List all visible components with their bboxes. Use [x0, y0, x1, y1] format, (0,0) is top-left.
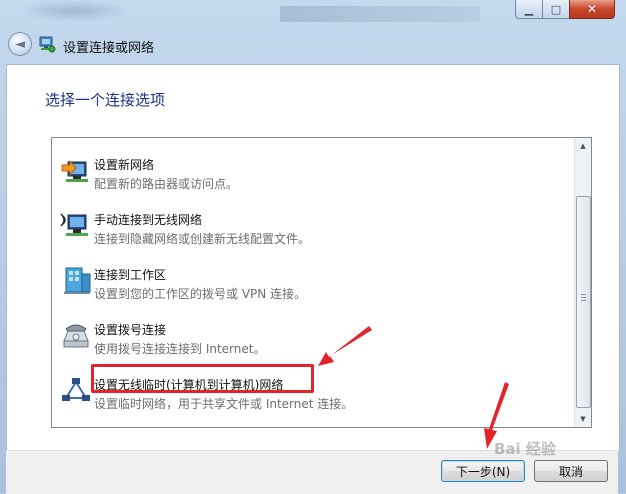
- workplace-icon: [64, 267, 91, 294]
- list-item-workplace[interactable]: 连接到工作区 设置到您的工作区的拨号或 VPN 连接。: [52, 256, 574, 311]
- list-item-manual-wireless[interactable]: 手动连接到无线网络 连接到隐藏网络或创建新无线配置文件。: [52, 201, 574, 256]
- dialog-window: ▁ □ ✕ ◄ 设置连接或网络 选择一个连接选项 设置新网络 配置新的路由器或访…: [0, 0, 626, 494]
- page-heading: 选择一个连接选项: [45, 91, 166, 109]
- content-panel: 选择一个连接选项 设置新网络 配置新的路由器或访问点。 手动连接到无线网络 连接…: [6, 64, 620, 451]
- dialup-phone-icon: [63, 324, 89, 348]
- adhoc-network-icon: [62, 378, 90, 401]
- scrollbar-grip-line: [581, 294, 586, 295]
- background-window-blur: [20, 0, 130, 22]
- scroll-up-arrow-icon: ▲: [580, 142, 586, 150]
- option-description: 使用拨号连接连接到 Internet。: [94, 342, 266, 356]
- nav-row: ◄ 设置连接或网络: [0, 30, 626, 62]
- list-item-new-network[interactable]: 设置新网络 配置新的路由器或访问点。: [52, 146, 574, 201]
- option-title: 设置拨号连接: [94, 323, 167, 337]
- close-icon: ✕: [586, 2, 598, 16]
- scroll-down-button[interactable]: ▼: [575, 411, 591, 427]
- vertical-scrollbar[interactable]: ▲ ▼: [574, 138, 591, 427]
- option-title: 连接到工作区: [94, 268, 167, 282]
- minimize-icon: ▁: [524, 2, 534, 16]
- background-window-title-blur: [280, 6, 480, 22]
- option-title: 设置新网络: [94, 158, 155, 172]
- option-description: 设置到您的工作区的拨号或 VPN 连接。: [94, 287, 307, 301]
- option-description: 设置临时网络，用于共享文件或 Internet 连接。: [94, 397, 354, 411]
- option-description: 配置新的路由器或访问点。: [94, 177, 239, 191]
- window-title: 设置连接或网络: [63, 41, 155, 56]
- back-arrow-icon: ◄: [15, 36, 25, 52]
- option-description: 连接到隐藏网络或创建新无线配置文件。: [94, 232, 311, 246]
- maximize-button[interactable]: □: [542, 0, 570, 19]
- annotation-highlight-box: [91, 364, 314, 393]
- close-button[interactable]: ✕: [569, 0, 615, 19]
- scrollbar-thumb[interactable]: [576, 196, 591, 408]
- title-bar: ▁ □ ✕: [0, 0, 626, 28]
- new-network-icon: [61, 159, 88, 182]
- scrollbar-grip-line: [581, 297, 586, 298]
- scrollbar-grip-line: [581, 300, 586, 301]
- watermark-logo: Bai 经验: [494, 440, 556, 458]
- back-button[interactable]: ◄: [8, 32, 32, 56]
- scroll-down-arrow-icon: ▼: [580, 415, 586, 423]
- network-setup-icon: [39, 36, 56, 53]
- scroll-up-button[interactable]: ▲: [575, 138, 591, 154]
- wireless-manual-icon: [60, 213, 88, 236]
- list-item-dialup[interactable]: 设置拨号连接 使用拨号连接连接到 Internet。: [52, 311, 574, 366]
- option-title: 手动连接到无线网络: [94, 213, 203, 227]
- minimize-button[interactable]: ▁: [515, 0, 543, 19]
- maximize-icon: □: [550, 2, 562, 16]
